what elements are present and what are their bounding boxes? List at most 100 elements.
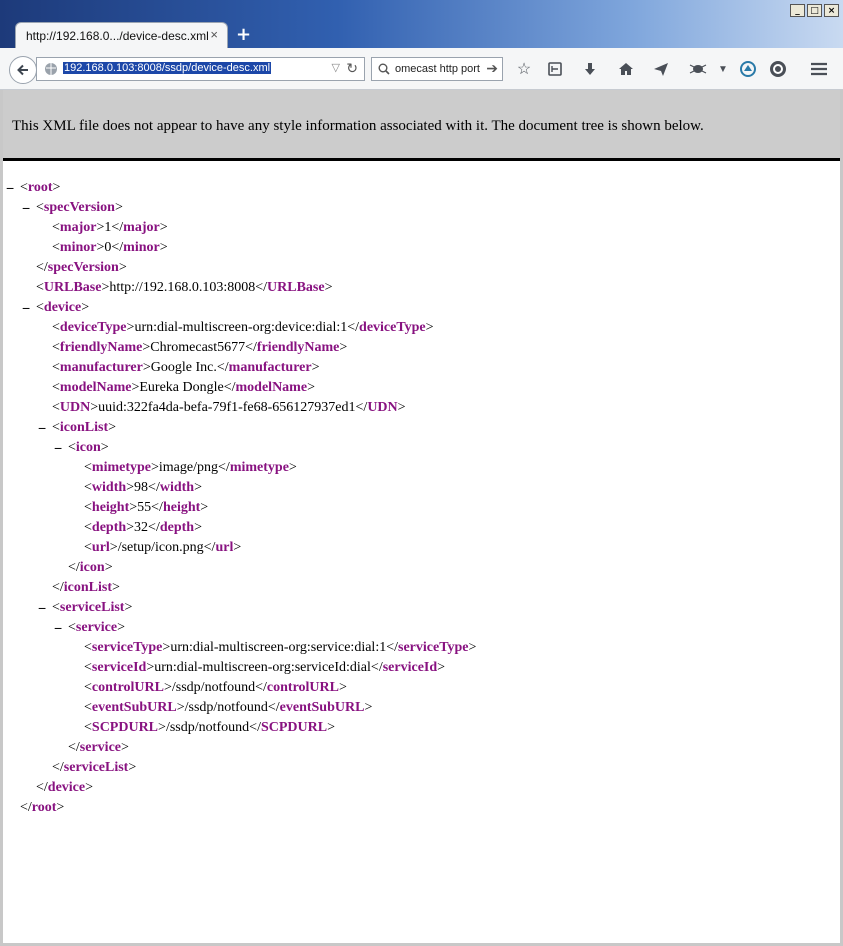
tag-name: url — [215, 540, 234, 555]
search-go-icon[interactable]: ➔ — [486, 60, 498, 77]
tag-name: UDN — [367, 400, 398, 415]
xml-line-scpdurl: <SCPDURL>/ssdp/notfound</SCPDURL> — [84, 720, 335, 735]
reading-list-icon[interactable] — [545, 59, 565, 79]
tag-name: friendlyName — [256, 340, 340, 355]
xml-line-url: <url>/setup/icon.png</url> — [84, 540, 242, 555]
tag-name: iconList — [63, 580, 113, 595]
collapse-toggle[interactable]: − — [38, 598, 46, 618]
tag-name: modelName — [235, 380, 308, 395]
xml-line-iconlist-close: </iconList> — [52, 580, 120, 595]
send-icon[interactable] — [651, 59, 671, 79]
extension-bug-icon[interactable] — [688, 59, 708, 79]
tag-value: 98 — [134, 480, 149, 495]
sync-extension-icon[interactable] — [768, 59, 788, 79]
tag-name: root — [27, 180, 53, 195]
pocket-extension-icon[interactable] — [738, 59, 758, 79]
tag-name: minor — [123, 240, 160, 255]
tag-name: service — [75, 620, 118, 635]
tag-name: manufacturer — [228, 360, 312, 375]
tag-name: device — [43, 300, 82, 315]
xml-line-devicetype: <deviceType>urn:dial-multiscreen-org:dev… — [52, 320, 434, 335]
tag-name: serviceId — [91, 660, 147, 675]
tag-name: UDN — [59, 400, 91, 415]
globe-icon — [45, 63, 57, 75]
bookmark-star-icon[interactable]: ☆ — [514, 59, 534, 79]
xml-line-device-open: − <device> — [22, 298, 90, 318]
home-icon[interactable] — [616, 59, 636, 79]
tag-value: image/png — [158, 460, 219, 475]
xml-line-root-open: − <root> — [6, 178, 61, 198]
tag-value: uuid:322fa4da-befa-79f1-fe68-656127937ed… — [98, 400, 356, 415]
tab-title: http://192.168.0.../device-desc.xml — [26, 29, 209, 43]
search-input[interactable]: omecast http port — [395, 63, 480, 75]
xml-line-specversion-close: </specVersion> — [36, 260, 127, 275]
xml-line-modelname: <modelName>Eureka Dongle</modelName> — [52, 380, 315, 395]
xml-line-serviceid: <serviceId>urn:dial-multiscreen-org:serv… — [84, 660, 446, 675]
xml-line-icon-open: − <icon> — [54, 438, 109, 458]
xml-line-manufacturer: <manufacturer>Google Inc.</manufacturer> — [52, 360, 320, 375]
tag-name: serviceList — [63, 760, 129, 775]
tag-value: http://192.168.0.103:8008 — [109, 280, 256, 295]
tag-name: deviceType — [59, 320, 127, 335]
xml-line-iconlist-open: − <iconList> — [38, 418, 117, 438]
tag-name: width — [159, 480, 195, 495]
minimize-button[interactable]: _ — [790, 4, 805, 17]
xml-line-servicelist-close: </serviceList> — [52, 760, 137, 775]
extension-dropdown-icon[interactable]: ▼ — [713, 59, 733, 79]
tag-name: SCPDURL — [260, 720, 328, 735]
tag-name: major — [123, 220, 160, 235]
xml-line-urlbase: <URLBase>http://192.168.0.103:8008</URLB… — [36, 280, 333, 295]
hamburger-menu-icon[interactable] — [809, 59, 829, 79]
new-tab-button[interactable]: + — [236, 24, 251, 45]
collapse-toggle[interactable]: − — [6, 178, 14, 198]
tab-close-icon[interactable]: × — [210, 27, 218, 42]
tag-name: SCPDURL — [91, 720, 159, 735]
back-button[interactable] — [9, 56, 37, 84]
collapse-toggle[interactable]: − — [22, 198, 30, 218]
maximize-button[interactable]: □ — [807, 4, 822, 17]
tag-value: /setup/icon.png — [117, 540, 204, 555]
tag-name: specVersion — [43, 200, 115, 215]
tag-name: specVersion — [47, 260, 119, 275]
url-dropdown-icon[interactable]: ▽ — [332, 61, 340, 74]
tag-value: urn:dial-multiscreen-org:service:dial:1 — [170, 640, 387, 655]
xml-info-text: This XML file does not appear to have an… — [12, 118, 704, 134]
xml-line-icon-close: </icon> — [68, 560, 113, 575]
tag-name: iconList — [59, 420, 109, 435]
collapse-toggle[interactable]: − — [38, 418, 46, 438]
search-icon — [378, 63, 390, 75]
tag-value: /ssdp/notfound — [171, 680, 256, 695]
download-icon[interactable] — [580, 59, 600, 79]
tag-name: depth — [159, 520, 195, 535]
tag-name: url — [91, 540, 110, 555]
tag-name: root — [31, 800, 57, 815]
xml-line-friendlyname: <friendlyName>Chromecast5677</friendlyNa… — [52, 340, 348, 355]
tag-name: URLBase — [267, 280, 325, 295]
back-arrow-icon — [17, 64, 28, 76]
tag-name: height — [162, 500, 201, 515]
tag-name: icon — [75, 440, 101, 455]
url-bar[interactable]: 192.168.0.103:8008/ssdp/device-desc.xml … — [36, 57, 365, 81]
tab-device-desc[interactable]: http://192.168.0.../device-desc.xml × — [15, 22, 228, 49]
close-window-button[interactable]: × — [824, 4, 839, 17]
collapse-toggle[interactable]: − — [22, 298, 30, 318]
xml-line-device-close: </device> — [36, 780, 94, 795]
tag-value: urn:dial-multiscreen-org:device:dial:1 — [134, 320, 348, 335]
window-controls: _ □ × — [790, 4, 839, 17]
window-frame-left — [0, 90, 3, 946]
search-bar[interactable]: omecast http port ➔ — [371, 57, 503, 81]
tag-value: Google Inc. — [150, 360, 217, 375]
tag-value: 55 — [137, 500, 152, 515]
url-input[interactable]: 192.168.0.103:8008/ssdp/device-desc.xml — [63, 62, 272, 74]
tag-name: modelName — [59, 380, 132, 395]
xml-line-controlurl: <controlURL>/ssdp/notfound</controlURL> — [84, 680, 347, 695]
collapse-toggle[interactable]: − — [54, 618, 62, 638]
xml-info-header: This XML file does not appear to have an… — [3, 90, 840, 161]
tag-name: minor — [59, 240, 97, 255]
navigation-toolbar: 192.168.0.103:8008/ssdp/device-desc.xml … — [0, 48, 843, 90]
tag-name: eventSubURL — [91, 700, 177, 715]
collapse-toggle[interactable]: − — [54, 438, 62, 458]
reload-icon[interactable]: ↻ — [346, 60, 358, 77]
tag-value: 32 — [134, 520, 149, 535]
xml-line-major: <major>1</major> — [52, 220, 168, 235]
